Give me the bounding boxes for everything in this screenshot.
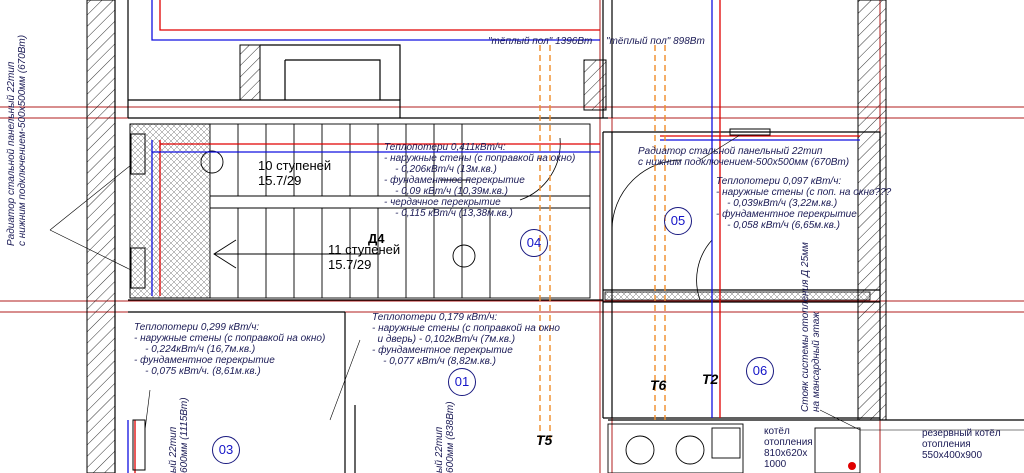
floor-heating-label-left: "тёплый пол" 1396Вт: [488, 36, 593, 47]
radiator-note-vertical: Радиатор стальной панельный 22тип с нижн…: [6, 34, 28, 246]
stair-lower-flight: 11 ступеней 15.7/29: [328, 242, 401, 272]
room-tag-01: 01: [448, 368, 476, 396]
heat-loss-room05: Теплопотери 0,097 кВт/ч: - наружные стен…: [716, 176, 892, 231]
cross-hatched-partition: [604, 291, 871, 301]
riser-label-t2: T2: [702, 371, 719, 387]
riser-note-vertical: Стояк системы отопления Д 25мм на мансар…: [800, 242, 822, 412]
room-tag-06: 06: [746, 357, 774, 385]
room-tag-03: 03: [212, 436, 240, 464]
floor-plan-drawing: [0, 0, 1024, 473]
door-mark: Д4: [368, 231, 385, 246]
riser-label-t6: T6: [650, 377, 667, 393]
heat-loss-room01: Теплопотери 0,179 кВт/ч: - наружные стен…: [372, 312, 560, 367]
boiler-room: [607, 423, 861, 473]
heat-loss-room04: Теплопотери 0,411кВт/ч: - наружные стены…: [384, 142, 576, 219]
boiler-label: котёл отопления 810х620х 1000: [764, 426, 813, 470]
riser-label-t5: T5: [536, 432, 553, 448]
heat-loss-room03: Теплопотери 0,299 кВт/ч: - наружные стен…: [134, 322, 326, 377]
floor-heating-label-right: "тёплый пол" 898Вт: [606, 36, 705, 47]
radiator-note-bottom-b: ый 22тип 600мм (838Вт): [434, 401, 456, 473]
reserve-boiler-label: резервный котёл отопления 550х400х900: [922, 428, 1001, 461]
room-tag-04: 04: [520, 229, 548, 257]
radiator-note-bottom-a: ый 22тип 600мм (1115Вт): [168, 397, 190, 473]
stair-upper-flight: 10 ступеней 15.7/29: [258, 158, 332, 188]
room-tag-05: 05: [664, 207, 692, 235]
radiator-note-room05: Радиатор стальной панельный 22тип с нижн…: [638, 146, 850, 168]
